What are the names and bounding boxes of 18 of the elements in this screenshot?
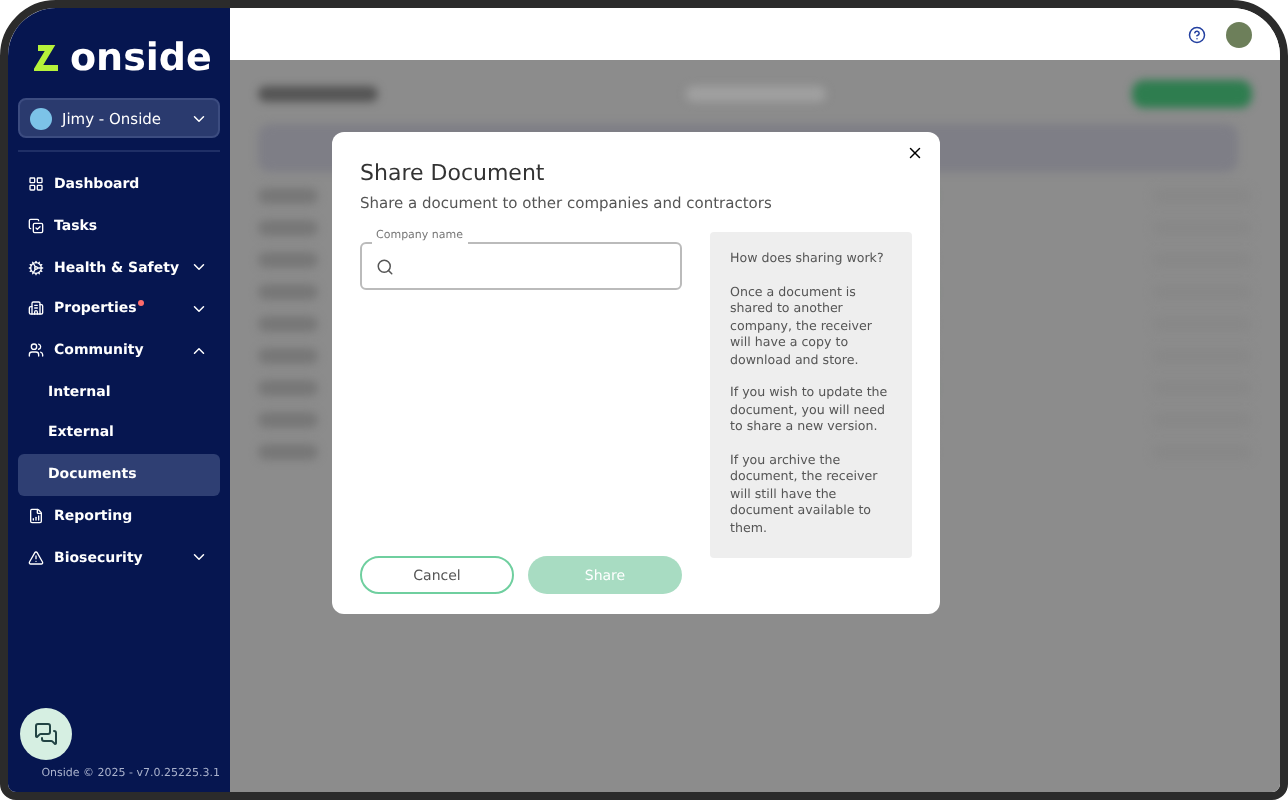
avatar-icon[interactable] (1226, 21, 1252, 47)
grid-icon (28, 176, 44, 193)
checklist-icon (28, 218, 44, 235)
close-button[interactable] (906, 144, 924, 162)
gear-icon (28, 259, 44, 276)
report-icon (28, 507, 44, 524)
chat-button[interactable] (20, 708, 72, 760)
help-icon[interactable] (1188, 25, 1206, 43)
logo-icon (34, 44, 62, 72)
warning-icon (28, 549, 44, 566)
people-icon (28, 342, 44, 359)
building-icon (28, 300, 44, 317)
brand-name: onside (70, 36, 212, 80)
dialog-title: Share Document (360, 160, 547, 186)
chat-icon (34, 722, 58, 746)
close-icon (906, 144, 924, 162)
search-icon (376, 257, 394, 275)
avatar-icon (30, 107, 52, 129)
